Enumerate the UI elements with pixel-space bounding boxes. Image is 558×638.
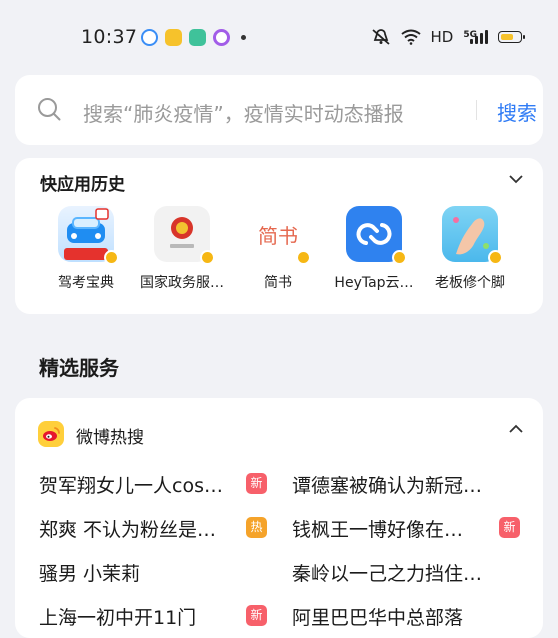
search-button[interactable]: 搜索 [497,97,537,126]
weibo-icon [38,421,64,447]
hot-badge: 新 [246,473,267,494]
jianshu-icon-text: 简书 [258,223,298,248]
status-bar: 10:37 HD 5G [0,0,558,76]
system-status: HD 5G [371,28,525,46]
hot-search-item[interactable]: 谭德塞被确认为新冠… [292,471,520,497]
car-icon [58,206,119,265]
jianshu-icon: 简书 [250,206,311,265]
hot-search-item[interactable]: 阿里巴巴华中总部落 [292,603,520,629]
more-notifications-dot [241,35,246,40]
quick-app-history-title: 快应用历史 [40,175,125,195]
hot-search-text: 贺军翔女儿一人cos… [39,475,223,497]
chevron-down-icon[interactable] [509,174,523,184]
quick-app-list: 驾考宝典 国家政务服… 简书 简书 HeyTap云… 老板修个脚 [38,206,518,292]
weibo-hot-search-card: 微博热搜 贺军翔女儿一人cos… 新谭德塞被确认为新冠… 郑爽 不认为粉丝是… 热钱枫… [15,398,543,638]
hot-search-item[interactable]: 郑爽 不认为粉丝是… 热 [39,515,267,541]
search-divider [476,100,477,120]
notification-icons [141,29,246,46]
hot-badge: 热 [246,517,267,538]
search-bar[interactable]: 搜索“肺炎疫情”，疫情实时动态播报 搜索 [15,75,543,145]
quick-app-item[interactable]: 驾考宝典 [38,206,134,292]
app-notification-icon [189,29,206,46]
wifi-icon [400,29,421,45]
notes-notification-icon [165,29,182,46]
quick-app-label: 国家政务服… [140,275,224,291]
hot-badge: 新 [246,605,267,626]
quick-app-item[interactable]: HeyTap云… [326,206,422,292]
search-input[interactable]: 搜索“肺炎疫情”，疫情实时动态播报 [83,98,404,127]
quick-app-label: 老板修个脚 [435,275,505,291]
hot-badge: 新 [499,517,520,538]
music-notification-icon [213,29,230,46]
browser-notification-icon [141,29,158,46]
quick-app-label: 简书 [264,275,292,291]
cloud-icon [346,206,407,265]
hot-search-item[interactable]: 贺军翔女儿一人cos… 新 [39,471,267,497]
hot-search-text: 秦岭以一己之力挡住… [292,563,483,585]
foot-icon [442,206,503,265]
hot-search-text: 郑爽 不认为粉丝是… [39,519,217,541]
network-gen-label: 5G [463,30,477,40]
hot-search-text: 钱枫王一博好像在… [292,519,464,541]
hot-search-item[interactable]: 秦岭以一己之力挡住… [292,559,520,585]
battery-icon [498,31,525,43]
hot-search-item[interactable]: 骚男 小茉莉 [39,559,267,585]
quick-app-history: 快应用历史 驾考宝典 国家政务服… 简书 简书 HeyTap云… 老板修个脚 [15,158,543,314]
quick-app-item[interactable]: 老板修个脚 [422,206,518,292]
quick-app-item[interactable]: 国家政务服… [134,206,230,292]
quick-app-item[interactable]: 简书 简书 [230,206,326,292]
quick-app-label: HeyTap云… [334,275,414,291]
mute-icon [371,29,390,45]
weibo-hot-search-title: 微博热搜 [76,428,144,448]
emblem-icon [154,206,215,265]
search-icon [38,98,61,121]
hot-search-text: 阿里巴巴华中总部落 [292,607,464,629]
clock: 10:37 [81,26,138,48]
quick-app-label: 驾考宝典 [58,275,114,291]
hot-search-text: 骚男 小茉莉 [39,563,141,585]
featured-services-title: 精选服务 [39,356,119,380]
hot-search-item[interactable]: 上海一初中开11门 新 [39,603,267,629]
chevron-up-icon[interactable] [509,424,523,434]
network-label: HD [430,28,454,46]
hot-search-text: 谭德塞被确认为新冠… [292,475,483,497]
hot-search-item[interactable]: 钱枫王一博好像在… 新 [292,515,520,541]
hot-search-text: 上海一初中开11门 [39,607,197,629]
